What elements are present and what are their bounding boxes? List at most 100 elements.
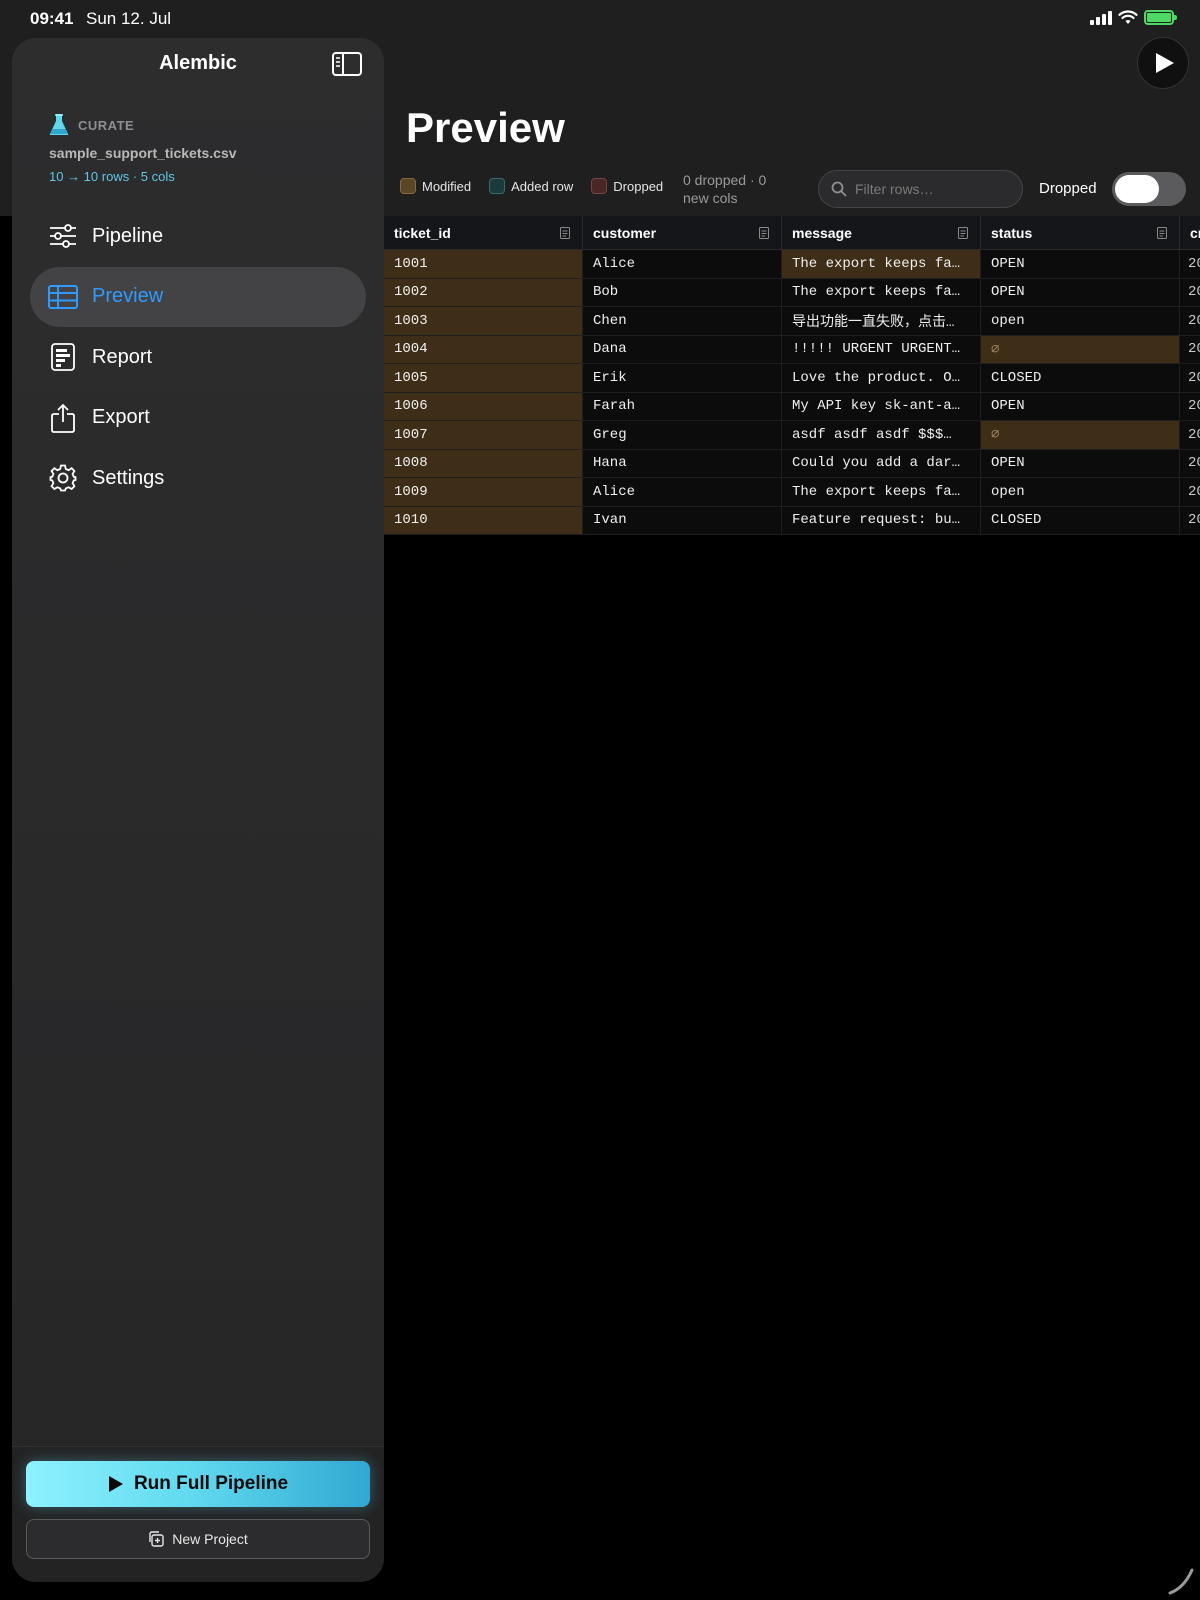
sidebar-item-pipeline[interactable]: Pipeline: [30, 206, 366, 266]
table-cell-ticket-id: 1003: [384, 307, 583, 335]
table-cell-cr: 20: [1180, 307, 1200, 335]
app-title: Alembic: [159, 52, 237, 74]
table-row[interactable]: 1007Gregasdf asdf asdf $$$…∅20: [384, 421, 1200, 450]
sidebar: Alembic CURATE sample_support_tickets.cs…: [12, 38, 384, 1582]
table-cell-cr: 20: [1180, 506, 1200, 534]
table-cell-customer: Alice: [583, 478, 782, 506]
table-row[interactable]: 1005ErikLove the product. O…CLOSED20: [384, 364, 1200, 393]
duplicate-plus-icon: [149, 1531, 164, 1547]
table-icon: [48, 282, 78, 312]
table-cell-status: OPEN: [981, 250, 1180, 278]
sliders-icon: [48, 221, 78, 251]
run-full-pipeline-button[interactable]: Run Full Pipeline: [26, 1461, 370, 1507]
table-cell-customer: Alice: [583, 250, 782, 278]
table-header: ticket_id customer message status cr: [384, 216, 1200, 250]
table-cell-customer: Hana: [583, 449, 782, 477]
table-cell-cr: 20: [1180, 478, 1200, 506]
run-button-label: Run Full Pipeline: [133, 1473, 289, 1494]
page-title: Preview: [406, 104, 565, 151]
table-cell-status: CLOSED: [981, 364, 1180, 392]
gear-icon: [48, 463, 78, 493]
table-cell-cr: 20: [1180, 421, 1200, 449]
table-row[interactable]: 1008HanaCould you add a dar…OPEN20: [384, 449, 1200, 478]
sidebar-item-settings[interactable]: Settings: [30, 448, 366, 508]
cellular-signal-icon: [1090, 10, 1112, 25]
project-file-name: sample_support_tickets.csv: [49, 145, 237, 161]
table-cell-ticket-id: 1008: [384, 449, 583, 477]
table-cell-status: ∅: [981, 421, 1180, 449]
table-cell-message: asdf asdf asdf $$$…: [782, 421, 981, 449]
table-cell-status: OPEN: [981, 449, 1180, 477]
project-kicker-label: CURATE: [78, 117, 135, 133]
sidebar-item-report[interactable]: Report: [30, 327, 366, 387]
sidebar-item-label: Export: [92, 406, 150, 428]
legend-modified: Modified: [400, 178, 471, 194]
legend-dropped-label: Dropped: [613, 178, 664, 194]
table-cell-customer: Greg: [583, 421, 782, 449]
column-header-ticket-id[interactable]: ticket_id: [384, 216, 583, 249]
wifi-icon: [1118, 10, 1138, 24]
status-time: 09:41: [30, 9, 74, 28]
table-cell-customer: Chen: [583, 307, 782, 335]
search-icon: [831, 181, 847, 197]
sidebar-item-label: Report: [92, 345, 153, 368]
table-row[interactable]: 1004Dana!!!!! URGENT URGENT…∅20: [384, 335, 1200, 364]
run-play-button[interactable]: [1137, 37, 1189, 89]
table-cell-customer: Erik: [583, 364, 782, 392]
table-row[interactable]: 1006FarahMy API key sk-ant-a…OPEN20: [384, 392, 1200, 421]
sidebar-item-label: Pipeline: [92, 224, 164, 247]
table-cell-ticket-id: 1001: [384, 250, 583, 278]
table-row[interactable]: 1002BobThe export keeps fa…OPEN20: [384, 278, 1200, 307]
table-cell-message: My API key sk-ant-a…: [782, 392, 981, 420]
table-cell-status: OPEN: [981, 392, 1180, 420]
new-project-label: New Project: [172, 1531, 248, 1547]
table-cell-ticket-id: 1009: [384, 478, 583, 506]
table-row[interactable]: 1010IvanFeature request: bu…CLOSED20: [384, 506, 1200, 535]
column-header-message[interactable]: message: [782, 216, 981, 249]
project-kicker: CURATE: [49, 114, 134, 136]
legend-modified-label: Modified: [422, 178, 472, 194]
dropped-toggle-label: Dropped: [1039, 180, 1097, 197]
toggle-knob: [1115, 175, 1159, 203]
column-header-customer[interactable]: customer: [583, 216, 782, 249]
legend-added-row: Added row: [489, 178, 573, 194]
added-row-swatch: [489, 178, 506, 194]
table-cell-cr: 20: [1180, 364, 1200, 392]
dropped-swatch: [591, 178, 608, 194]
column-header-truncated[interactable]: cr: [1180, 216, 1200, 249]
table-cell-message: The export keeps fa…: [782, 278, 981, 306]
sidebar-item-preview[interactable]: Preview: [30, 266, 366, 327]
filter-rows-field[interactable]: [818, 170, 1023, 208]
table-cell-customer: Bob: [583, 278, 782, 306]
resize-grabber-icon: [1168, 1568, 1194, 1595]
table-row[interactable]: 1001AliceThe export keeps fa…OPEN20: [384, 250, 1200, 279]
project-meta: 10 → 10 rows · 5 cols: [49, 169, 175, 184]
diff-legend: Modified Added row Dropped: [400, 178, 663, 194]
table-cell-message: Feature request: bu…: [782, 506, 981, 534]
battery-icon: [1144, 10, 1177, 25]
sidebar-item-export[interactable]: Export: [30, 388, 366, 448]
column-doc-icon: [560, 226, 570, 239]
filter-rows-input[interactable]: [855, 181, 1005, 197]
new-project-button[interactable]: New Project: [26, 1519, 370, 1559]
table-cell-message: !!!!! URGENT URGENT…: [782, 335, 981, 363]
table-cell-ticket-id: 1005: [384, 364, 583, 392]
column-doc-icon: [958, 226, 968, 239]
table-cell-customer: Dana: [583, 335, 782, 363]
table-body: 1001AliceThe export keeps fa…OPEN201002B…: [384, 250, 1200, 535]
column-doc-icon: [759, 226, 769, 239]
column-header-status[interactable]: status: [981, 216, 1180, 249]
table-cell-ticket-id: 1002: [384, 278, 583, 306]
modified-swatch: [400, 178, 416, 194]
table-row[interactable]: 1003Chen导出功能一直失败，点击…open20: [384, 307, 1200, 336]
sidebar-item-label: Settings: [92, 466, 165, 489]
table-cell-message: 导出功能一直失败，点击…: [782, 307, 981, 335]
table-cell-message: Love the product. O…: [782, 364, 981, 392]
sidebar-toggle-icon[interactable]: [332, 52, 362, 76]
table-cell-status: OPEN: [981, 278, 1180, 306]
table-cell-customer: Ivan: [583, 506, 782, 534]
dropped-toggle[interactable]: [1112, 172, 1186, 206]
drop-summary: 0 dropped · 0 new cols: [683, 172, 767, 206]
table-cell-customer: Farah: [583, 392, 782, 420]
table-row[interactable]: 1009AliceThe export keeps fa…open20: [384, 478, 1200, 507]
